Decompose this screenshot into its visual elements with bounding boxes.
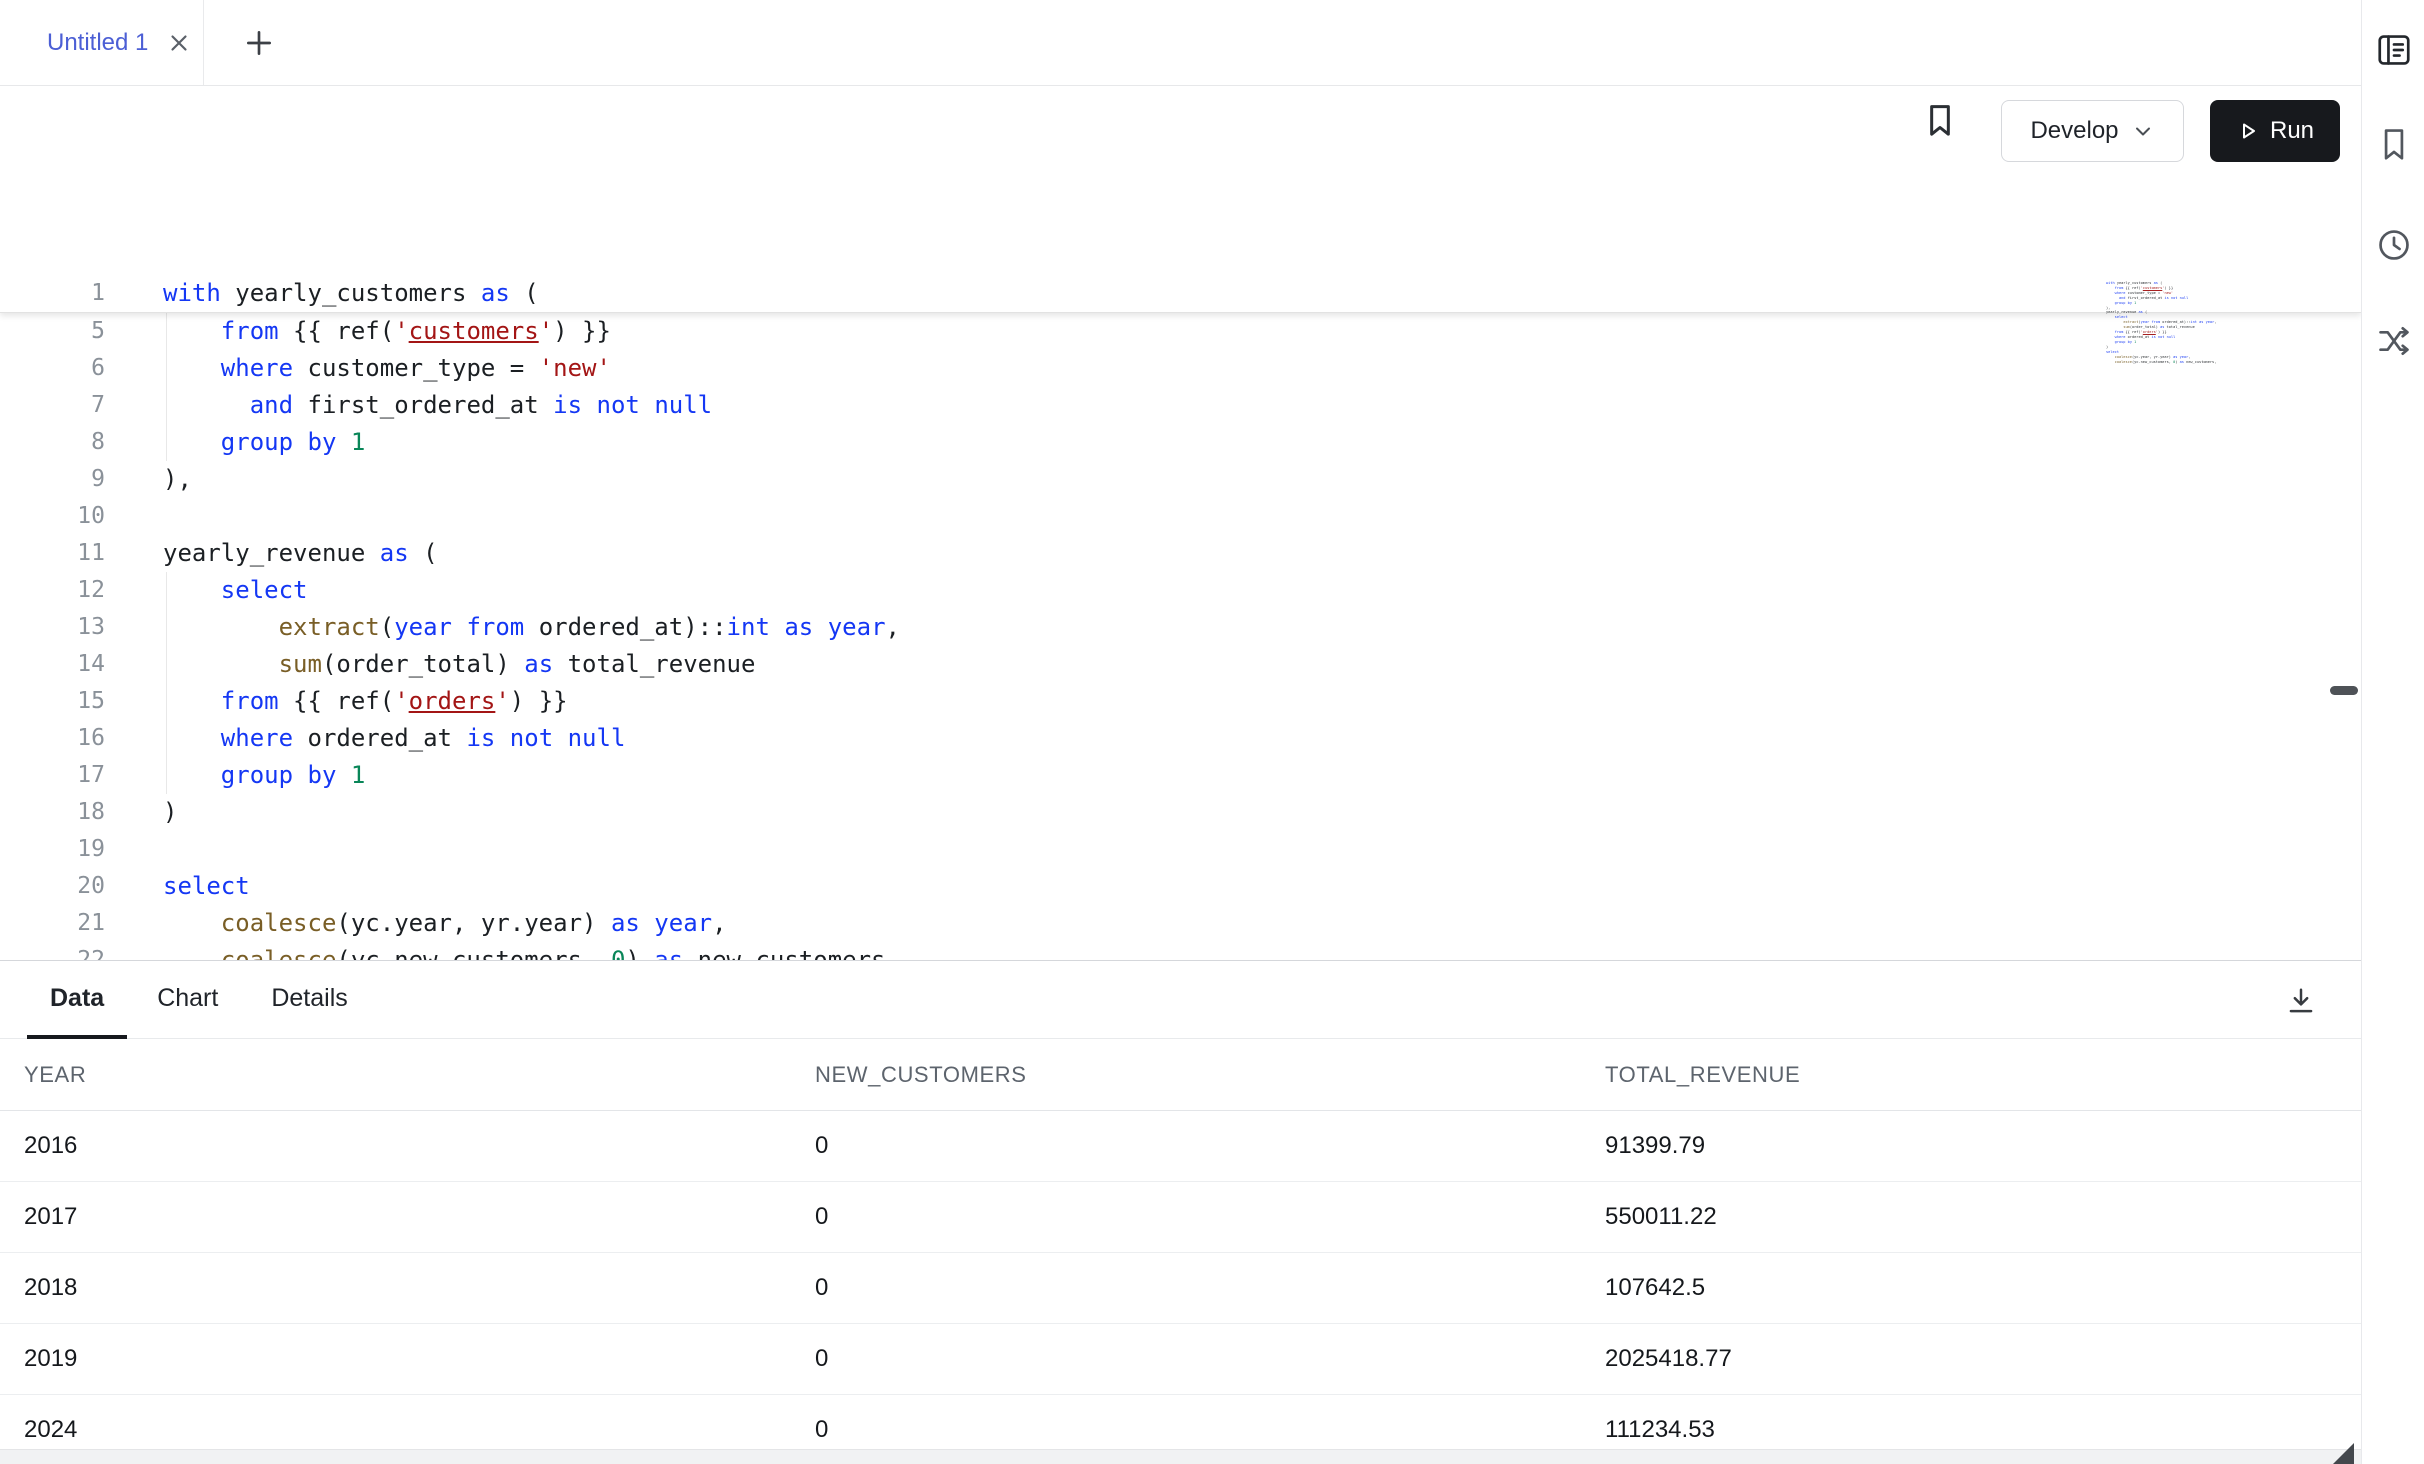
- line-number: 16: [0, 720, 105, 757]
- line-number: 6: [0, 350, 105, 387]
- resize-handle-icon[interactable]: [2333, 1443, 2354, 1464]
- line-number: 5: [0, 313, 105, 350]
- line-number: 18: [0, 794, 105, 831]
- code-line: 16 where ordered_at is not null: [0, 720, 2361, 757]
- code-line: 19: [0, 831, 2361, 868]
- indent-guide: [166, 572, 167, 794]
- develop-dropdown[interactable]: Develop: [2001, 100, 2184, 162]
- results-panel: DataChartDetails YEARNEW_CUSTOMERSTOTAL_…: [0, 960, 2361, 1464]
- code-line: 20select: [0, 868, 2361, 905]
- table-cell: 2025418.77: [1581, 1345, 2361, 1373]
- code-line: 18): [0, 794, 2361, 831]
- column-header: NEW_CUSTOMERS: [791, 1062, 1581, 1088]
- code-line: 22 coalesce(yc.new_customers, 0) as new_…: [0, 942, 2361, 960]
- code-line: 12 select: [0, 572, 2361, 609]
- line-number: 21: [0, 905, 105, 942]
- line-number: 15: [0, 683, 105, 720]
- code-line: 5 from {{ ref('customers') }}: [0, 313, 2361, 350]
- sticky-scroll-line: 1with yearly_customers as (: [0, 275, 2361, 313]
- history-icon[interactable]: [2375, 226, 2413, 264]
- lineage-icon[interactable]: [2375, 322, 2413, 360]
- editor-tab-bar: Untitled 1: [0, 0, 2361, 86]
- horizontal-scrollbar-track[interactable]: [0, 1449, 2361, 1464]
- code-line: 11yearly_revenue as (: [0, 535, 2361, 572]
- line-number: 10: [0, 498, 105, 535]
- line-number: 7: [0, 387, 105, 424]
- download-results-icon[interactable]: [2283, 983, 2319, 1019]
- code-line: 21 coalesce(yc.year, yr.year) as year,: [0, 905, 2361, 942]
- table-row: 2016091399.79: [0, 1111, 2361, 1182]
- table-cell: 2019: [0, 1345, 791, 1373]
- table-cell: 0: [791, 1416, 1581, 1444]
- line-number: 8: [0, 424, 105, 461]
- table-cell: 2017: [0, 1203, 791, 1231]
- table-cell: 0: [791, 1274, 1581, 1302]
- tab-close-icon[interactable]: [166, 30, 192, 56]
- table-cell: 111234.53: [1581, 1416, 2361, 1444]
- line-number: 12: [0, 572, 105, 609]
- code-line: 1with yearly_customers as (: [0, 275, 2361, 312]
- bookmark-icon[interactable]: [2375, 125, 2413, 163]
- code-line: 13 extract(year from ordered_at)::int as…: [0, 609, 2361, 646]
- code-line: 6 where customer_type = 'new': [0, 350, 2361, 387]
- code-line: 9),: [0, 461, 2361, 498]
- table-cell: 2016: [0, 1132, 791, 1160]
- table-cell: 2024: [0, 1416, 791, 1444]
- code-line: 17 group by 1: [0, 757, 2361, 794]
- table-cell: 107642.5: [1581, 1274, 2361, 1302]
- line-number: 20: [0, 868, 105, 905]
- develop-label: Develop: [2030, 117, 2118, 145]
- line-number: 17: [0, 757, 105, 794]
- line-number: 22: [0, 942, 105, 960]
- editor-layout-icon[interactable]: [2375, 31, 2413, 69]
- table-row: 20170550011.22: [0, 1182, 2361, 1253]
- play-icon: [2236, 119, 2260, 143]
- chevron-down-icon: [2131, 119, 2155, 143]
- results-tab-bar: DataChartDetails: [0, 961, 2361, 1039]
- table-cell: 550011.22: [1581, 1203, 2361, 1231]
- indent-guide: [166, 313, 167, 461]
- table-cell: 0: [791, 1132, 1581, 1160]
- results-tab-details[interactable]: Details: [248, 961, 370, 1039]
- line-number: 13: [0, 609, 105, 646]
- tab-untitled-1[interactable]: Untitled 1: [0, 0, 204, 85]
- line-number: 14: [0, 646, 105, 683]
- run-button[interactable]: Run: [2210, 100, 2340, 162]
- code-lines: 5 from {{ ref('customers') }}6 where cus…: [0, 313, 2361, 960]
- line-number: 9: [0, 461, 105, 498]
- code-line: 14 sum(order_total) as total_revenue: [0, 646, 2361, 683]
- column-header: TOTAL_REVENUE: [1581, 1062, 2361, 1088]
- code-line: 10: [0, 498, 2361, 535]
- right-icon-rail: [2361, 0, 2424, 1464]
- editor-scrollbar-thumb[interactable]: [2330, 686, 2358, 695]
- table-cell: 0: [791, 1345, 1581, 1373]
- table-cell: 91399.79: [1581, 1132, 2361, 1160]
- run-label: Run: [2270, 117, 2314, 145]
- tab-title: Untitled 1: [47, 29, 148, 57]
- new-tab-button[interactable]: [243, 27, 275, 59]
- sql-code-editor[interactable]: 5 from {{ ref('customers') }}6 where cus…: [0, 275, 2361, 960]
- table-row: 20180107642.5: [0, 1253, 2361, 1324]
- editor-minimap[interactable]: with yearly_customers as ( from {{ ref('…: [2106, 281, 2226, 397]
- table-row: 201902025418.77: [0, 1324, 2361, 1395]
- results-tab-data[interactable]: Data: [27, 961, 127, 1039]
- results-table-header: YEARNEW_CUSTOMERSTOTAL_REVENUE: [0, 1039, 2361, 1111]
- line-number: 11: [0, 535, 105, 572]
- line-number: 19: [0, 831, 105, 868]
- line-number: 1: [0, 275, 105, 312]
- code-line: 8 group by 1: [0, 424, 2361, 461]
- results-tab-chart[interactable]: Chart: [134, 961, 241, 1039]
- bookmark-icon[interactable]: [1920, 100, 1960, 140]
- results-table-body: 2016091399.7920170550011.2220180107642.5…: [0, 1111, 2361, 1464]
- column-header: YEAR: [0, 1062, 791, 1088]
- editor-toolbar: Develop Run Query completed in 4s Enviro…: [0, 86, 2361, 205]
- table-cell: 0: [791, 1203, 1581, 1231]
- table-cell: 2018: [0, 1274, 791, 1302]
- code-line: 7 and first_ordered_at is not null: [0, 387, 2361, 424]
- code-line: 15 from {{ ref('orders') }}: [0, 683, 2361, 720]
